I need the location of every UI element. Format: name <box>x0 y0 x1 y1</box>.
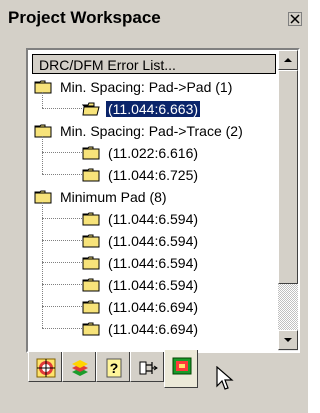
netlist-icon <box>139 361 158 375</box>
tree-item-label: Min. Spacing: Pad->Pad (1) <box>60 79 233 96</box>
scroll-up-button[interactable] <box>278 50 298 70</box>
tree-item-label: (11.044:6.663) <box>104 100 202 119</box>
svg-text:?: ? <box>110 360 119 376</box>
tree-connector <box>42 152 82 153</box>
scroll-track[interactable] <box>278 284 298 330</box>
tree-item-label: (11.044:6.594) <box>108 233 199 250</box>
folder-icon <box>82 146 100 160</box>
tree-group[interactable]: Min. Spacing: Pad->Trace (2) <box>34 120 245 140</box>
tree-connector <box>42 174 82 175</box>
tree-connector <box>42 240 82 241</box>
tree-connector <box>42 284 82 285</box>
mouse-pointer-icon <box>216 366 234 390</box>
tree-connector <box>42 328 82 329</box>
tree-item-label: (11.022:6.616) <box>108 145 199 162</box>
tree-connector <box>42 262 82 263</box>
scroll-thumb[interactable] <box>278 70 298 284</box>
tree-item[interactable]: (11.044:6.594) <box>82 230 200 250</box>
tree-connector <box>42 92 43 108</box>
tree-connector <box>42 136 43 174</box>
tree-item-label: Min. Spacing: Pad->Trace (2) <box>60 123 243 140</box>
tree-item-label: (11.044:6.594) <box>108 277 199 294</box>
folder-icon <box>82 212 100 226</box>
folder-icon <box>82 168 100 182</box>
close-button[interactable] <box>288 12 302 26</box>
window-title: Project Workspace <box>8 8 161 27</box>
tree-item[interactable]: (11.044:6.663) <box>82 98 202 119</box>
tree-item-label: (11.044:6.694) <box>108 321 199 338</box>
tree-item[interactable]: (11.044:6.594) <box>82 274 200 294</box>
titlebar[interactable]: Project Workspace <box>0 0 308 36</box>
layers-icon <box>72 360 88 376</box>
tree-root-header[interactable]: DRC/DFM Error List... <box>32 54 276 74</box>
tree-item[interactable]: (11.044:6.694) <box>82 318 200 338</box>
tree-item-label: Minimum Pad (8) <box>60 189 167 206</box>
folder-icon <box>82 300 100 314</box>
tree-group[interactable]: Minimum Pad (8) <box>34 186 169 206</box>
tab-target[interactable] <box>28 352 62 382</box>
tree-connector <box>42 306 82 307</box>
folder-icon <box>34 190 52 204</box>
tree-item-label: (11.044:6.594) <box>108 255 199 272</box>
tree-item[interactable]: (11.044:6.594) <box>82 208 200 228</box>
folder-icon <box>82 234 100 248</box>
vertical-scrollbar[interactable] <box>278 50 298 351</box>
tree-item-label: (11.044:6.594) <box>108 211 199 228</box>
help-icon: ? <box>106 358 122 378</box>
tree-group[interactable]: Min. Spacing: Pad->Pad (1) <box>34 76 234 96</box>
tab-layers[interactable] <box>62 352 96 382</box>
project-workspace-panel: Project Workspace DRC/DFM Error List... … <box>0 0 308 413</box>
tree-item[interactable]: (11.044:6.594) <box>82 252 200 272</box>
close-icon <box>290 14 300 24</box>
folder-icon <box>82 256 100 270</box>
tab-netlist[interactable] <box>130 352 164 382</box>
tree-item-label: (11.044:6.725) <box>108 167 199 184</box>
folder-icon <box>34 124 52 138</box>
tree-item[interactable]: (11.044:6.694) <box>82 296 200 316</box>
arrow-up-icon <box>284 58 292 62</box>
folder-icon <box>82 102 100 116</box>
target-icon <box>36 358 56 378</box>
folder-icon <box>34 80 52 94</box>
tab-help[interactable]: ? <box>96 352 130 382</box>
tree-connector <box>42 108 82 109</box>
tree-item[interactable]: (11.044:6.725) <box>82 164 200 184</box>
arrow-down-icon <box>284 338 292 342</box>
tree-connector <box>42 218 82 219</box>
drc-icon <box>172 357 192 375</box>
tab-drc[interactable] <box>164 350 198 388</box>
scroll-down-button[interactable] <box>278 330 298 350</box>
tree-connector <box>42 202 43 328</box>
folder-icon <box>82 322 100 336</box>
tree-item[interactable]: (11.022:6.616) <box>82 142 200 162</box>
tree-content: DRC/DFM Error List... Min. Spacing: Pad-… <box>28 50 278 351</box>
folder-icon <box>82 278 100 292</box>
tree-item-label: (11.044:6.694) <box>108 299 199 316</box>
drc-error-tree[interactable]: DRC/DFM Error List... Min. Spacing: Pad-… <box>26 48 300 353</box>
